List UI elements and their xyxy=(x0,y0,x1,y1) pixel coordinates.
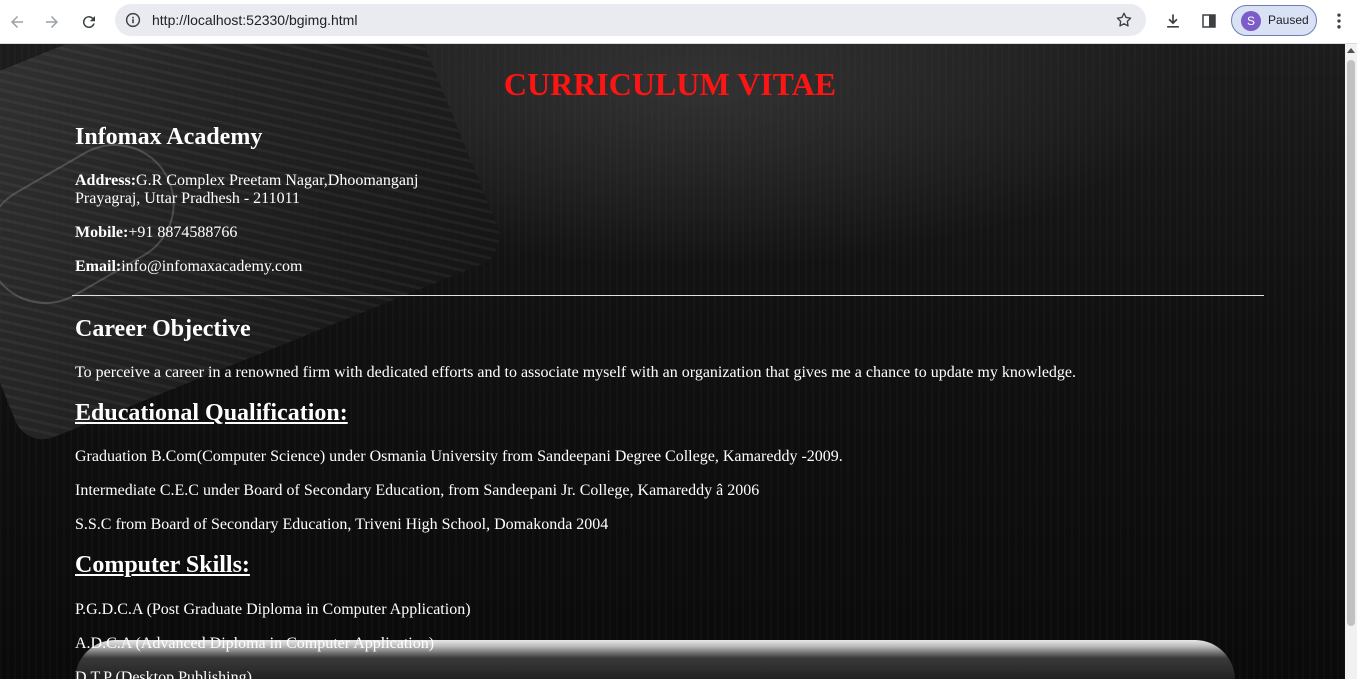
url-text: http://localhost:52330/bgimg.html xyxy=(152,12,358,28)
mobile-value: +91 8874588766 xyxy=(128,224,238,241)
arrow-left-icon xyxy=(11,16,23,28)
education-heading: Educational Qualification: xyxy=(75,400,348,426)
education-item: Intermediate C.E.C under Board of Second… xyxy=(75,482,760,499)
reload-button[interactable] xyxy=(75,8,103,36)
education-item: S.S.C from Board of Secondary Education,… xyxy=(75,516,609,533)
download-icon[interactable] xyxy=(1162,10,1184,32)
page-title: CURRICULUM VITAE xyxy=(503,66,837,102)
address-bar[interactable]: http://localhost:52330/bgimg.html xyxy=(115,4,1146,36)
forward-button[interactable] xyxy=(38,8,66,36)
more-menu-icon[interactable] xyxy=(1328,10,1350,32)
section-divider xyxy=(72,295,1264,296)
site-info-icon[interactable] xyxy=(123,10,143,30)
page-viewport: CURRICULUM VITAE Infomax Academy Address… xyxy=(0,44,1345,679)
education-item: Graduation B.Com(Computer Science) under… xyxy=(75,448,843,465)
skill-item: P.G.D.C.A (Post Graduate Diploma in Comp… xyxy=(75,601,471,618)
scrollbar-thumb[interactable] xyxy=(1347,60,1355,626)
address-line-1: G.R Complex Preetam Nagar,Dhoomanganj xyxy=(136,172,419,189)
scroll-up-arrow-icon[interactable] xyxy=(1347,48,1355,53)
profile-status: Paused xyxy=(1268,13,1309,27)
browser-toolbar: http://localhost:52330/bgimg.html S Paus… xyxy=(0,0,1357,44)
vertical-scrollbar[interactable] xyxy=(1345,44,1357,679)
address-block: Address:G.R Complex Preetam Nagar,Dhooma… xyxy=(75,172,418,208)
career-text: To perceive a career in a renowned firm … xyxy=(75,364,1077,381)
email-line: Email:info@infomaxacademy.com xyxy=(75,258,302,276)
email-label: Email: xyxy=(75,258,122,275)
career-heading: Career Objective xyxy=(75,316,251,342)
org-heading: Infomax Academy xyxy=(75,124,263,150)
address-line-2: Prayagraj, Uttar Pradhesh - 211011 xyxy=(75,190,300,207)
mobile-line: Mobile:+91 8874588766 xyxy=(75,224,237,242)
back-button[interactable] xyxy=(3,8,31,36)
reload-icon xyxy=(82,16,95,29)
email-value: info@infomaxacademy.com xyxy=(121,258,303,275)
arrow-right-icon xyxy=(46,16,58,28)
address-label: Address: xyxy=(75,172,137,189)
avatar: S xyxy=(1241,11,1261,31)
skills-heading: Computer Skills: xyxy=(75,552,250,578)
bookmark-star-icon[interactable] xyxy=(1114,10,1134,30)
profile-button[interactable]: S Paused xyxy=(1231,5,1317,36)
side-panel-icon[interactable] xyxy=(1198,10,1220,32)
skill-item: A.D.C.A (Advanced Diploma in Computer Ap… xyxy=(75,635,435,652)
mobile-label: Mobile: xyxy=(75,224,129,241)
skill-item: D.T.P (Desktop Publishing) xyxy=(75,669,252,679)
